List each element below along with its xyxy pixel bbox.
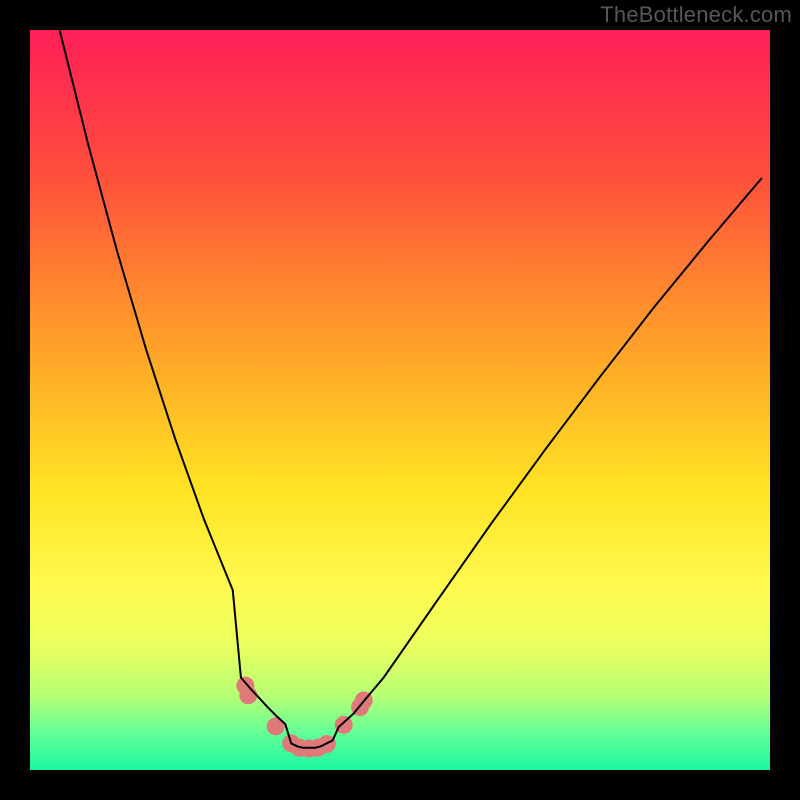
- plot-area: [30, 30, 770, 770]
- bottleneck-curve: [60, 30, 762, 748]
- marker-group: [236, 677, 372, 758]
- data-marker: [239, 686, 257, 704]
- attribution-text: TheBottleneck.com: [600, 2, 792, 28]
- chart-container: TheBottleneck.com: [0, 0, 800, 800]
- curve-layer: [30, 30, 770, 770]
